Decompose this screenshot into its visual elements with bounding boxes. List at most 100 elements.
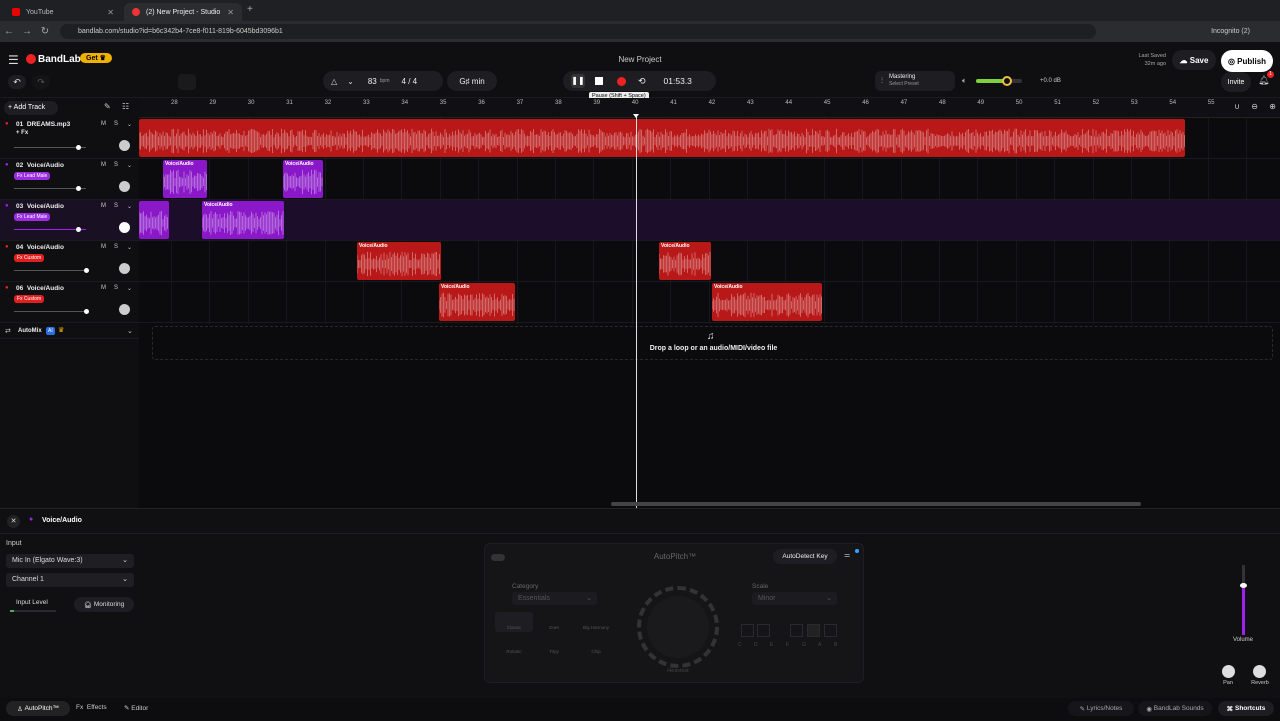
ruler-bar-37[interactable]: 37 — [517, 100, 524, 106]
solo-button[interactable]: S — [114, 162, 118, 168]
autopitch-knob[interactable] — [647, 596, 709, 658]
tab-effects[interactable]: Fx Effects — [76, 704, 107, 711]
mastering-button[interactable]: ⫶ Mastering Select Preset — [875, 71, 955, 91]
solo-button[interactable]: S — [114, 244, 118, 250]
record-icon[interactable] — [617, 76, 626, 86]
ruler-bar-42[interactable]: 42 — [709, 100, 716, 106]
chevron-down-icon[interactable]: ⌄ — [127, 162, 132, 169]
reverb-knob[interactable] — [1253, 665, 1266, 678]
track-volume-slider[interactable] — [14, 227, 86, 232]
metronome-icon[interactable]: △ — [331, 77, 337, 86]
loop-icon[interactable]: ⟲ — [638, 76, 646, 87]
track-volume-slider[interactable] — [14, 268, 89, 273]
key-d[interactable]: D — [754, 642, 758, 648]
ruler-bar-38[interactable]: 38 — [555, 100, 562, 106]
bandlab-sounds-button[interactable]: ◉ BandLab Sounds — [1138, 701, 1212, 716]
autodetect-key-button[interactable]: AutoDetect Key — [773, 549, 837, 564]
ruler-bar-40[interactable]: 40 — [632, 100, 639, 106]
ruler-bar-43[interactable]: 43 — [747, 100, 754, 106]
ruler-bar-49[interactable]: 49 — [977, 100, 984, 106]
pencil-icon[interactable]: ✎ — [104, 102, 111, 111]
tab-youtube[interactable]: YouTube ✕ — [4, 3, 122, 21]
pan-knob[interactable] — [119, 140, 130, 151]
scale-select[interactable]: Minor ⌄ — [752, 592, 837, 605]
ruler-bar-47[interactable]: 47 — [901, 100, 908, 106]
key-f-sharp[interactable] — [790, 624, 803, 637]
get-premium-button[interactable]: Get ♛ — [80, 53, 112, 63]
input-device-select[interactable]: Mic In (Elgato Wave:3) ⌄ — [6, 554, 134, 568]
effect-duet[interactable]: Duet — [535, 612, 573, 632]
invite-button[interactable]: Invite — [1221, 72, 1251, 92]
track-lane-2[interactable]: Voice/Audio Voice/Audio — [139, 159, 1280, 200]
plugin-toggle[interactable] — [491, 554, 505, 561]
track-header-4[interactable]: ● 04 Voice/Audio Fx Custom M S ⌄ — [0, 241, 139, 282]
key-f[interactable]: F — [786, 642, 789, 648]
fx-preset-badge[interactable]: Fx Custom — [14, 295, 45, 303]
audio-clip[interactable] — [139, 201, 169, 239]
chevron-down-icon[interactable]: ⌄ — [127, 203, 132, 210]
add-fx-button[interactable]: + Fx — [16, 130, 28, 136]
key-selector[interactable]: G♯ min — [447, 71, 497, 91]
zoom-out-icon[interactable]: ⊖ — [1251, 102, 1258, 111]
slider-thumb[interactable] — [84, 268, 89, 273]
key-c[interactable]: C — [738, 642, 742, 648]
key-d-sharp[interactable] — [757, 624, 770, 637]
audio-clip[interactable]: Voice/Audio — [357, 242, 441, 280]
effect-tripy[interactable]: Tripy — [535, 636, 573, 656]
publish-button[interactable]: ◎ Publish — [1221, 50, 1273, 72]
add-track-button[interactable]: + Add Track — [4, 101, 58, 115]
track-header-5[interactable]: ● 06 Voice/Audio Fx Custom M S ⌄ — [0, 282, 139, 323]
pan-knob[interactable] — [119, 263, 130, 274]
ruler-bar-51[interactable]: 51 — [1054, 100, 1061, 106]
master-volume-slider[interactable] — [976, 76, 1022, 86]
ruler-bar-31[interactable]: 31 — [286, 100, 293, 106]
effect-chip[interactable]: Chip — [575, 636, 617, 656]
menu-icon[interactable]: ☰ — [8, 53, 19, 67]
slider-thumb[interactable] — [76, 186, 81, 191]
solo-button[interactable]: S — [114, 203, 118, 209]
reload-icon[interactable]: ↻ — [36, 26, 54, 37]
project-title[interactable]: New Project — [600, 55, 680, 64]
key-e[interactable]: E — [770, 642, 773, 648]
url-field[interactable]: bandlab.com/studio?id=b6c342b4-7ce8-f011… — [60, 24, 1096, 39]
new-tab-button[interactable]: + — [247, 4, 253, 15]
audio-clip[interactable]: Voice/Audio — [283, 160, 323, 198]
ruler-bar-39[interactable]: 39 — [593, 100, 600, 106]
slider-thumb[interactable] — [84, 309, 89, 314]
tab-studio[interactable]: (2) New Project - Studio ✕ — [124, 3, 242, 21]
track-header-3[interactable]: ● 03 Voice/Audio Fx Lead Male M S ⌄ — [0, 200, 139, 241]
monitoring-button[interactable]: 🎧︎ Monitoring — [74, 597, 134, 612]
mute-button[interactable]: M — [101, 121, 106, 127]
ruler-bar-30[interactable]: 30 — [248, 100, 255, 106]
audio-clip[interactable]: Voice/Audio — [712, 283, 822, 321]
volume-fader-thumb[interactable] — [1240, 583, 1247, 588]
effect-classic[interactable]: Classic — [495, 612, 533, 632]
tab-autopitch[interactable]: ♙ AutoPitch™ — [6, 701, 70, 716]
mute-button[interactable]: M — [101, 285, 106, 291]
redo-icon[interactable]: ↷ — [32, 75, 50, 89]
zoom-in-icon[interactable]: ⊕ — [1269, 102, 1276, 111]
mute-button[interactable]: M — [101, 244, 106, 250]
channel-select[interactable]: Channel 1 ⌄ — [6, 573, 134, 587]
track-lane-5[interactable]: Voice/Audio Voice/Audio — [139, 282, 1280, 323]
fx-preset-badge[interactable]: Fx Lead Male — [14, 172, 51, 180]
audio-clip[interactable]: Voice/Audio — [163, 160, 207, 198]
volume-fader[interactable] — [1240, 565, 1247, 635]
key-a-sharp[interactable] — [824, 624, 837, 637]
track-lane-3[interactable]: Voice/Audio — [139, 200, 1280, 241]
shortcuts-button[interactable]: ⌘ Shortcuts — [1218, 701, 1274, 716]
effect-big-harmony[interactable]: Big Harmony — [575, 612, 617, 632]
ruler-bar-54[interactable]: 54 — [1169, 100, 1176, 106]
pan-knob[interactable] — [119, 304, 130, 315]
save-button[interactable]: ☁ Save — [1172, 50, 1216, 70]
close-panel-icon[interactable]: ✕ — [7, 515, 20, 528]
key-g[interactable]: G — [802, 642, 806, 648]
ruler-bar-55[interactable]: 55 — [1208, 100, 1215, 106]
pan-knob[interactable] — [1222, 665, 1235, 678]
time-signature[interactable]: 4 / 4 — [402, 77, 418, 86]
ruler-bar-33[interactable]: 33 — [363, 100, 370, 106]
key-b[interactable]: B — [834, 642, 837, 648]
magnet-icon[interactable]: ∪ — [1234, 102, 1240, 111]
metronome-toggle[interactable] — [178, 74, 196, 90]
solo-button[interactable]: S — [114, 285, 118, 291]
